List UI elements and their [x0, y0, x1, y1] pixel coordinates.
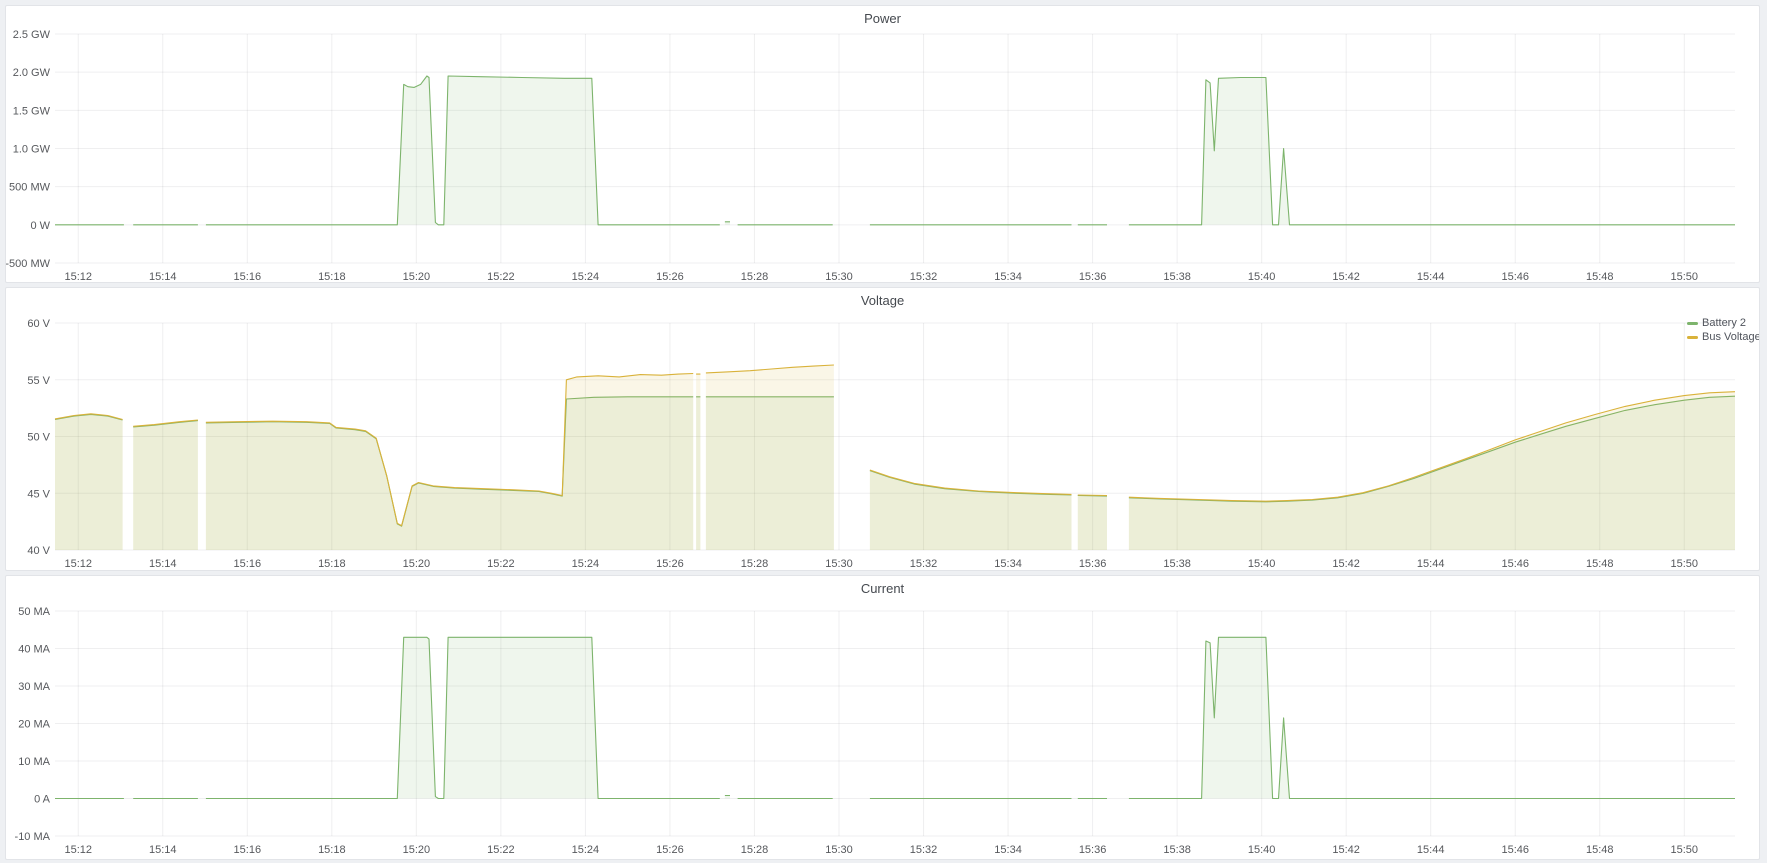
voltage-chart: 60 V 55 V 50 V 45 V 40 V 15:12 15:14 15:16 15:18… [6, 288, 1759, 570]
legend-swatch [1687, 336, 1698, 339]
series-power-area [55, 76, 1735, 225]
y-tick-label: 1.5 GW [13, 105, 51, 117]
series-current-line [55, 637, 1735, 798]
y-tick-label: -10 MA [15, 831, 51, 843]
x-tick-label: 15:24 [572, 271, 600, 282]
x-tick-label: 15:48 [1586, 844, 1614, 856]
x-tick-label: 15:32 [910, 844, 938, 856]
x-tick-label: 15:26 [656, 844, 684, 856]
y-tick-label: 60 V [27, 318, 50, 330]
x-tick-label: 15:24 [572, 558, 600, 570]
x-tick-label: 15:28 [741, 844, 769, 856]
x-tick-label: 15:26 [656, 271, 684, 282]
legend-swatch [1687, 322, 1698, 325]
x-tick-label: 15:38 [1163, 844, 1191, 856]
x-tick-label: 15:14 [149, 271, 177, 282]
legend-label: Battery 2 [1702, 317, 1746, 329]
x-tick-label: 15:50 [1671, 558, 1699, 570]
series-bus-voltage-area [55, 365, 1735, 550]
x-tick-label: 15:18 [318, 558, 346, 570]
x-tick-label: 15:16 [234, 271, 262, 282]
y-tick-label: -500 MW [6, 258, 51, 270]
x-tick-label: 15:26 [656, 558, 684, 570]
y-tick-label: 40 V [27, 545, 50, 557]
x-tick-label: 15:34 [994, 558, 1022, 570]
y-tick-label: 40 MA [18, 644, 50, 656]
grafana-dashboard: { "panels": { "power_title": "Power", "v… [0, 0, 1767, 863]
x-tick-label: 15:42 [1332, 271, 1360, 282]
current-chart: 50 MA 40 MA 30 MA 20 MA 10 MA 0 A -10 MA 15:12 1… [6, 576, 1759, 859]
series-power-line [55, 76, 1735, 225]
x-tick-label: 15:44 [1417, 844, 1445, 856]
y-tick-label: 45 V [27, 488, 50, 500]
x-tick-label: 15:28 [741, 271, 769, 282]
y-tick-label: 0 W [30, 220, 50, 232]
x-tick-label: 15:44 [1417, 271, 1445, 282]
x-tick-label: 15:42 [1332, 558, 1360, 570]
x-tick-label: 15:20 [403, 271, 431, 282]
x-tick-label: 15:46 [1501, 844, 1529, 856]
y-tick-label: 2.5 GW [13, 29, 51, 41]
x-tick-label: 15:24 [572, 844, 600, 856]
x-tick-label: 15:48 [1586, 271, 1614, 282]
x-tick-label: 15:50 [1671, 271, 1699, 282]
current-panel: Current 50 MA40 MA30 MA20 MA10 MA0 A-10 … [5, 575, 1760, 860]
x-tick-label: 15:42 [1332, 844, 1360, 856]
y-tick-label: 55 V [27, 375, 50, 387]
y-tick-label: 1.0 GW [13, 144, 51, 156]
x-tick-label: 15:46 [1501, 558, 1529, 570]
x-tick-label: 15:30 [825, 558, 853, 570]
x-tick-label: 15:38 [1163, 271, 1191, 282]
x-tick-label: 15:12 [64, 844, 92, 856]
x-tick-label: 15:44 [1417, 558, 1445, 570]
x-tick-label: 15:36 [1079, 558, 1107, 570]
x-tick-label: 15:50 [1671, 844, 1699, 856]
y-tick-label: 500 MW [9, 182, 51, 194]
x-tick-label: 15:32 [910, 271, 938, 282]
y-tick-label: 0 A [34, 794, 51, 806]
x-tick-label: 15:40 [1248, 558, 1276, 570]
x-tick-label: 15:48 [1586, 558, 1614, 570]
x-tick-label: 15:14 [149, 844, 177, 856]
voltage-panel: Voltage 60 V55 V50 V45 V40 V15:1215:1415… [5, 287, 1760, 571]
x-tick-label: 15:36 [1079, 271, 1107, 282]
y-tick-label: 2.0 GW [13, 67, 51, 79]
power-panel: Power 2.5 GW2.0 GW1.5 GW1.0 GW500 MW0 W-… [5, 5, 1760, 283]
legend-item-battery-2[interactable]: Battery 2 [1687, 317, 1746, 329]
x-tick-label: 15:20 [403, 558, 431, 570]
x-tick-label: 15:40 [1248, 844, 1276, 856]
power-chart: 2.5 GW 2.0 GW 1.5 GW 1.0 GW 500 MW 0 W -500 MW… [6, 6, 1759, 282]
x-tick-label: 15:36 [1079, 844, 1107, 856]
x-tick-label: 15:20 [403, 844, 431, 856]
x-tick-label: 15:12 [64, 558, 92, 570]
legend-label: Bus Voltage [1702, 331, 1759, 343]
x-tick-label: 15:12 [64, 271, 92, 282]
x-tick-label: 15:38 [1163, 558, 1191, 570]
x-tick-label: 15:34 [994, 271, 1022, 282]
y-tick-label: 50 MA [18, 606, 50, 618]
x-tick-label: 15:40 [1248, 271, 1276, 282]
x-tick-label: 15:16 [234, 844, 262, 856]
x-tick-label: 15:22 [487, 558, 515, 570]
y-tick-label: 30 MA [18, 681, 50, 693]
x-tick-label: 15:34 [994, 844, 1022, 856]
legend-item-bus-voltage[interactable]: Bus Voltage [1687, 331, 1759, 343]
x-tick-label: 15:18 [318, 271, 346, 282]
series-current-area [55, 637, 1735, 798]
x-tick-label: 15:28 [741, 558, 769, 570]
y-tick-label: 20 MA [18, 719, 50, 731]
x-tick-label: 15:16 [234, 558, 262, 570]
x-tick-label: 15:30 [825, 271, 853, 282]
x-tick-label: 15:22 [487, 844, 515, 856]
x-tick-label: 15:18 [318, 844, 346, 856]
x-tick-label: 15:14 [149, 558, 177, 570]
x-tick-label: 15:30 [825, 844, 853, 856]
x-tick-label: 15:22 [487, 271, 515, 282]
y-tick-label: 10 MA [18, 756, 50, 768]
x-tick-label: 15:46 [1501, 271, 1529, 282]
y-tick-label: 50 V [27, 432, 50, 444]
x-tick-label: 15:32 [910, 558, 938, 570]
